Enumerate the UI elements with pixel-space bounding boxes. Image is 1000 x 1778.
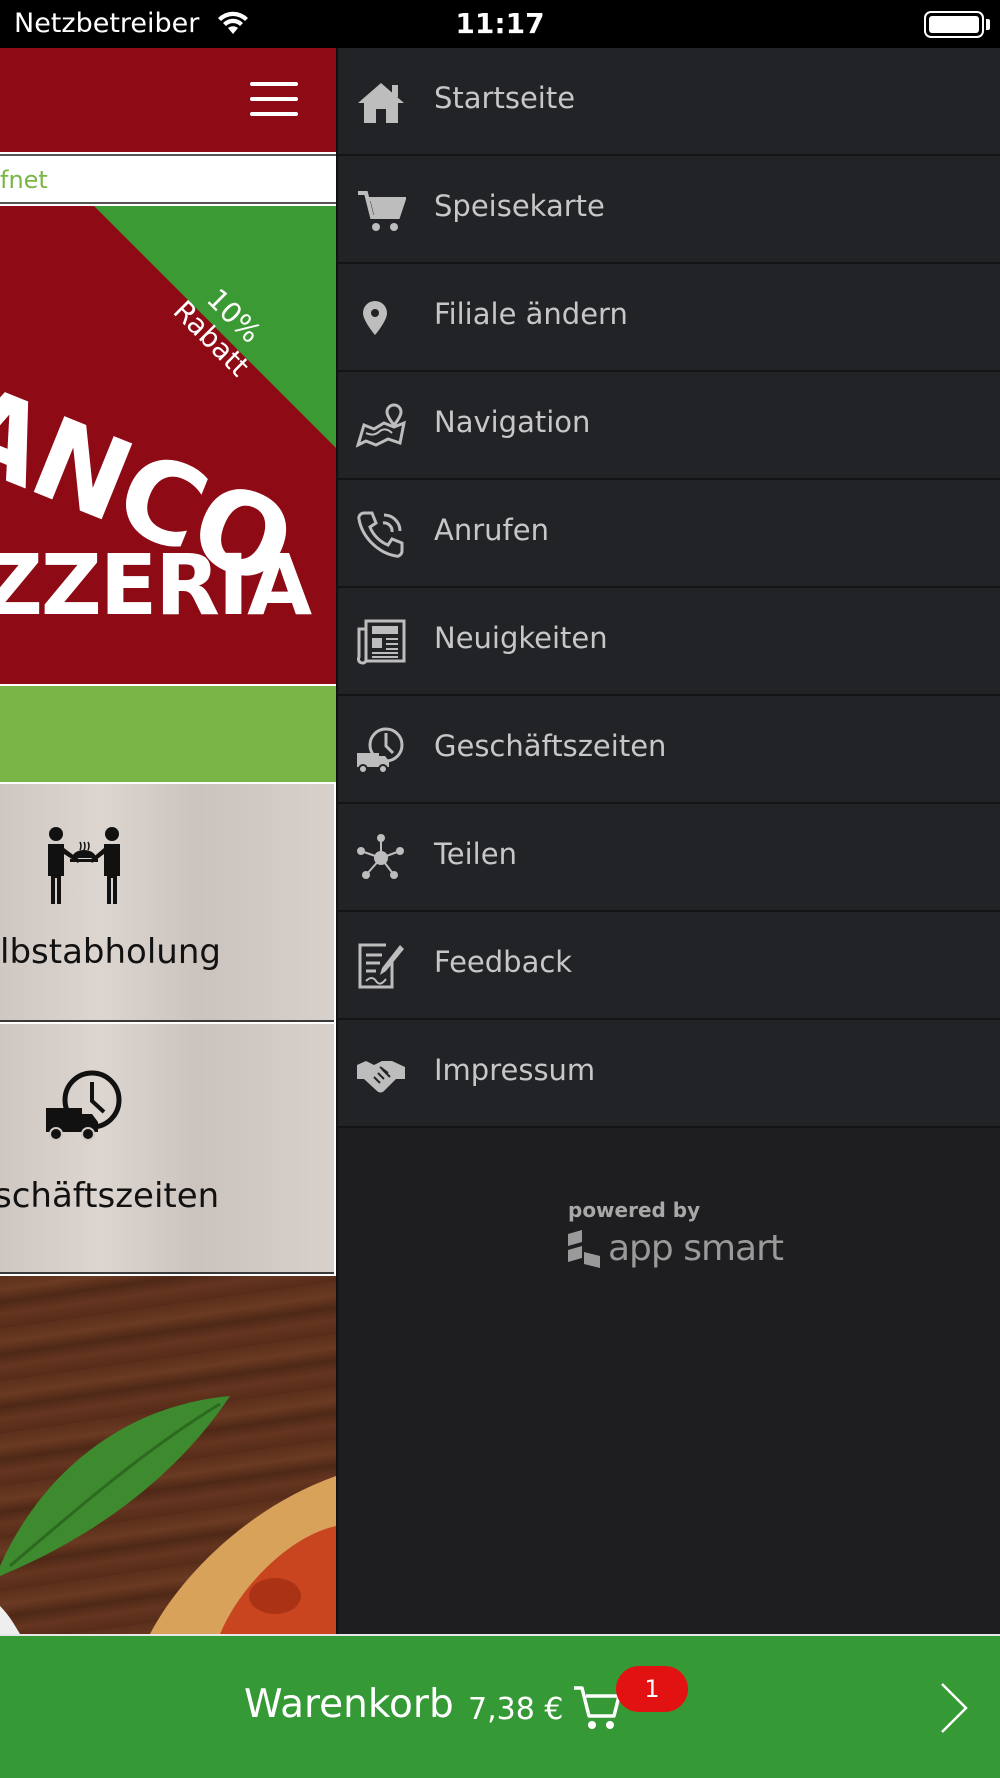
promo-banner[interactable]: 10% Rabatt ANCO ZZERIA [0, 206, 336, 684]
app-header [0, 48, 336, 152]
menu-item-anrufen[interactable]: Anrufen [338, 480, 1000, 588]
menu-item-filiale[interactable]: Filiale ändern [338, 264, 1000, 372]
cart-count-badge: 1 [616, 1666, 688, 1712]
menu-label: Speisekarte [434, 189, 605, 223]
menu-label: Teilen [434, 837, 517, 871]
menu-item-navigation[interactable]: Navigation [338, 372, 1000, 480]
tile-pickup-label: lbstabholung [0, 932, 221, 972]
delivery-clock-icon [356, 725, 406, 775]
cart-total: 7,38 € [468, 1692, 564, 1727]
newspaper-icon [356, 617, 406, 667]
menu-label: Navigation [434, 405, 591, 439]
handshake-icon [356, 1049, 406, 1099]
open-status-bar: fnet [0, 154, 336, 204]
pickup-icon [44, 826, 124, 912]
app-page: fnet 10% Rabatt ANCO ZZERIA lbstabholung… [0, 48, 336, 1634]
menu-item-feedback[interactable]: Feedback [338, 912, 1000, 1020]
home-icon [356, 77, 406, 127]
logo-text-bottom: ZZERIA [0, 536, 312, 634]
battery-icon [924, 11, 984, 38]
tile-hours[interactable]: schäftszeiten [0, 1024, 334, 1274]
feedback-icon [356, 941, 406, 991]
tile-hours-label: schäftszeiten [0, 1176, 220, 1216]
appsmart-brand: app smart [608, 1228, 784, 1269]
phone-icon [356, 509, 406, 559]
open-status-text: fnet [0, 166, 48, 194]
menu-item-neuigkeiten[interactable]: Neuigkeiten [338, 588, 1000, 696]
cart-label: Warenkorb [244, 1682, 454, 1727]
menu-item-speisekarte[interactable]: Speisekarte [338, 156, 1000, 264]
tile-pickup[interactable]: lbstabholung [0, 784, 334, 1022]
side-drawer: Startseite Speisekarte Filiale ändern Na… [336, 48, 1000, 1634]
clock: 11:17 [455, 7, 545, 40]
cart-icon [356, 185, 407, 235]
menu-label: Anrufen [434, 513, 549, 547]
menu-item-impressum[interactable]: Impressum [338, 1020, 1000, 1128]
delivery-clock-icon [44, 1068, 126, 1148]
menu-label: Filiale ändern [434, 297, 628, 331]
cart-icon [572, 1684, 622, 1736]
appsmart-logo: app smart [568, 1228, 784, 1284]
menu-item-teilen[interactable]: Teilen [338, 804, 1000, 912]
map-pin-icon [356, 293, 406, 343]
menu-label: Impressum [434, 1053, 596, 1087]
appsmart-logo-mark [568, 1230, 600, 1268]
menu-label: Startseite [434, 81, 576, 115]
status-bar: Netzbetreiber 11:17 [0, 0, 1000, 48]
pizza-image [0, 1276, 336, 1634]
powered-by-label: powered by [568, 1198, 701, 1222]
green-action-bar[interactable] [0, 686, 336, 782]
menu-label: Geschäftszeiten [434, 729, 667, 763]
map-icon [355, 401, 407, 451]
menu-item-geschaeftszeiten[interactable]: Geschäftszeiten [338, 696, 1000, 804]
menu-label: Neuigkeiten [434, 621, 608, 655]
hamburger-icon[interactable] [250, 82, 298, 116]
menu-label: Feedback [434, 945, 573, 979]
chevron-right-icon[interactable] [940, 1682, 968, 1738]
menu-item-startseite[interactable]: Startseite [338, 48, 1000, 156]
share-icon [356, 833, 406, 883]
battery-tip [986, 19, 990, 30]
cart-bar[interactable]: Warenkorb 7,38 € 1 [0, 1634, 1000, 1778]
